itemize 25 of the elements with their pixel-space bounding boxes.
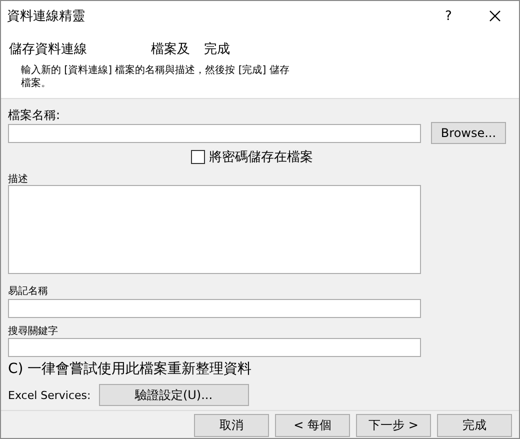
excel-services-label: Excel Services: xyxy=(8,388,91,402)
input-field[interactable] xyxy=(8,338,421,357)
checkbox[interactable] xyxy=(191,150,205,164)
field-label: 描述 xyxy=(8,172,29,185)
cancel-button[interactable]: 取消 xyxy=(194,414,269,437)
instruction-text: 輸入新的 [資料連線] 檔案的名稱與描述，然後按 [完成] 儲存檔案。 xyxy=(21,64,290,90)
input-field[interactable] xyxy=(8,298,421,318)
field-label: 易記名稱 xyxy=(8,284,49,297)
next-button[interactable]: 下一步 > xyxy=(356,414,431,437)
back-button[interactable]: < 每個 xyxy=(275,414,350,437)
window-title: 資料連線精靈 xyxy=(7,8,86,25)
description-field[interactable] xyxy=(8,185,421,274)
field-label: 檔案名稱: xyxy=(8,107,62,122)
finish-button[interactable]: 完成 xyxy=(437,414,512,437)
browse-button[interactable]: Browse... xyxy=(431,122,506,144)
step-heading: 檔案及 xyxy=(151,41,190,59)
step-heading: 儲存資料連線 xyxy=(9,41,87,59)
close-icon[interactable] xyxy=(489,10,501,22)
step-heading: 完成 xyxy=(204,41,230,59)
file-name-field[interactable] xyxy=(8,124,421,142)
field-label: 搜尋關鍵字 xyxy=(8,324,59,336)
help-button[interactable]: ? xyxy=(445,8,459,24)
refresh-option-text: C) 一律會嘗試使用此檔案重新整理資料 xyxy=(8,360,253,378)
checkbox-label: 將密碼儲存在檔案 xyxy=(209,149,313,166)
authentication-settings-button[interactable]: 驗證設定(U)... xyxy=(98,384,249,406)
